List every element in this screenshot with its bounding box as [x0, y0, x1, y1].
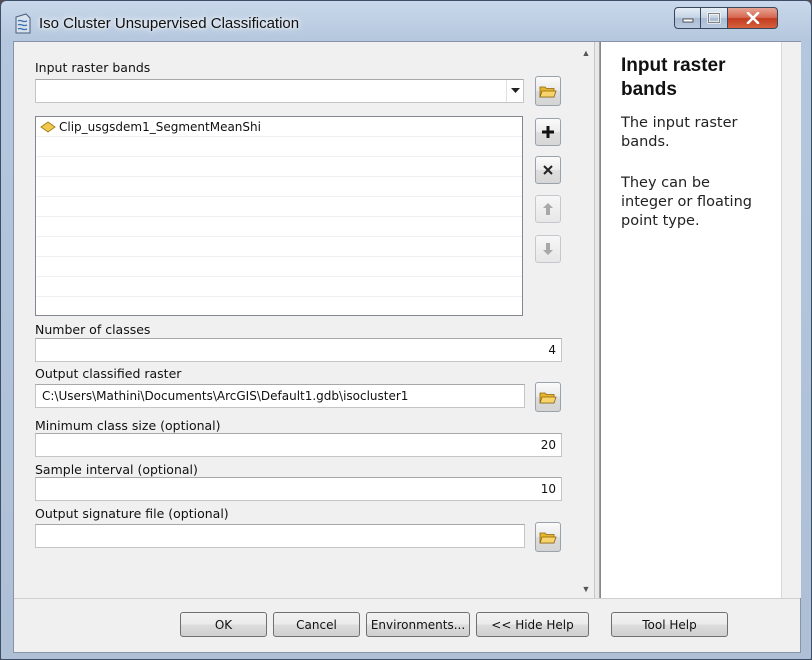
- remove-item-button[interactable]: [535, 156, 561, 184]
- list-empty-row: [36, 257, 522, 277]
- title-bar[interactable]: Iso Cluster Unsupervised Classification: [1, 1, 811, 41]
- min-class-size-input[interactable]: 20: [35, 433, 562, 457]
- sample-interval-input[interactable]: 10: [35, 477, 562, 501]
- dialog-client-area: Input raster bands Clip_usgsdem1_Segment…: [13, 41, 801, 653]
- signature-file-input[interactable]: [35, 524, 525, 548]
- hide-help-button[interactable]: << Hide Help: [476, 612, 589, 637]
- dropdown-arrow-icon[interactable]: [506, 80, 523, 102]
- minimize-icon: [682, 18, 693, 23]
- browse-input-button[interactable]: [535, 76, 561, 106]
- browse-output-button[interactable]: [535, 382, 561, 412]
- window-controls: [674, 7, 778, 29]
- move-up-button[interactable]: [535, 195, 561, 223]
- output-raster-input[interactable]: C:\Users\Mathini\Documents\ArcGIS\Defaul…: [35, 384, 525, 408]
- ok-button[interactable]: OK: [180, 612, 267, 637]
- scroll-up-icon[interactable]: ▲: [579, 46, 593, 60]
- help-paragraph: The input raster bands.: [621, 115, 738, 150]
- parameters-panel: Input raster bands Clip_usgsdem1_Segment…: [14, 42, 590, 598]
- minimize-button[interactable]: [674, 7, 701, 29]
- tool-icon: [13, 13, 33, 35]
- help-panel: Input raster bands The input raster band…: [600, 42, 781, 598]
- list-empty-row: [36, 177, 522, 197]
- cancel-button[interactable]: Cancel: [273, 612, 360, 637]
- close-x-icon: [543, 165, 553, 175]
- parameters-scrollbar[interactable]: ▲ ▼: [579, 46, 593, 596]
- dialog-window: Iso Cluster Unsupervised Classification …: [0, 0, 812, 660]
- list-empty-row: [36, 137, 522, 157]
- sample-interval-label: Sample interval (optional): [35, 462, 198, 477]
- plus-icon: [542, 126, 554, 138]
- scroll-down-icon[interactable]: ▼: [579, 582, 593, 596]
- dialog-button-bar: OK Cancel Environments... << Hide Help T…: [14, 598, 800, 652]
- close-button[interactable]: [728, 7, 778, 29]
- list-item[interactable]: Clip_usgsdem1_SegmentMeanShi: [36, 117, 522, 137]
- raster-layer-icon: [40, 120, 56, 133]
- min-class-size-label: Minimum class size (optional): [35, 418, 221, 433]
- move-down-button[interactable]: [535, 235, 561, 263]
- maximize-icon: [707, 12, 721, 24]
- list-empty-row: [36, 157, 522, 177]
- open-folder-icon: [539, 532, 557, 543]
- list-item-label: Clip_usgsdem1_SegmentMeanShi: [59, 119, 261, 134]
- open-folder-icon: [539, 86, 557, 97]
- browse-signature-button[interactable]: [535, 522, 561, 552]
- help-scrollbar[interactable]: [781, 42, 801, 598]
- help-title: Input raster bands: [621, 55, 726, 100]
- input-bands-combo[interactable]: [35, 79, 524, 103]
- list-empty-row: [36, 197, 522, 217]
- close-icon: [746, 12, 759, 24]
- output-raster-label: Output classified raster: [35, 366, 182, 381]
- list-empty-row: [36, 277, 522, 297]
- arrow-up-icon: [543, 203, 553, 215]
- open-folder-icon: [539, 392, 557, 403]
- input-bands-list[interactable]: Clip_usgsdem1_SegmentMeanShi: [35, 116, 523, 316]
- num-classes-input[interactable]: 4: [35, 338, 562, 362]
- tool-help-button[interactable]: Tool Help: [611, 612, 728, 637]
- add-item-button[interactable]: [535, 118, 561, 146]
- maximize-button[interactable]: [701, 7, 728, 29]
- arrow-down-icon: [543, 243, 553, 255]
- input-bands-label: Input raster bands: [35, 60, 151, 75]
- list-empty-row: [36, 217, 522, 237]
- environments-button[interactable]: Environments...: [366, 612, 470, 637]
- list-empty-row: [36, 237, 522, 257]
- num-classes-label: Number of classes: [35, 322, 151, 337]
- signature-file-label: Output signature file (optional): [35, 506, 229, 521]
- window-title: Iso Cluster Unsupervised Classification: [39, 15, 300, 32]
- help-paragraph: They can be integer or floating point ty…: [621, 175, 752, 229]
